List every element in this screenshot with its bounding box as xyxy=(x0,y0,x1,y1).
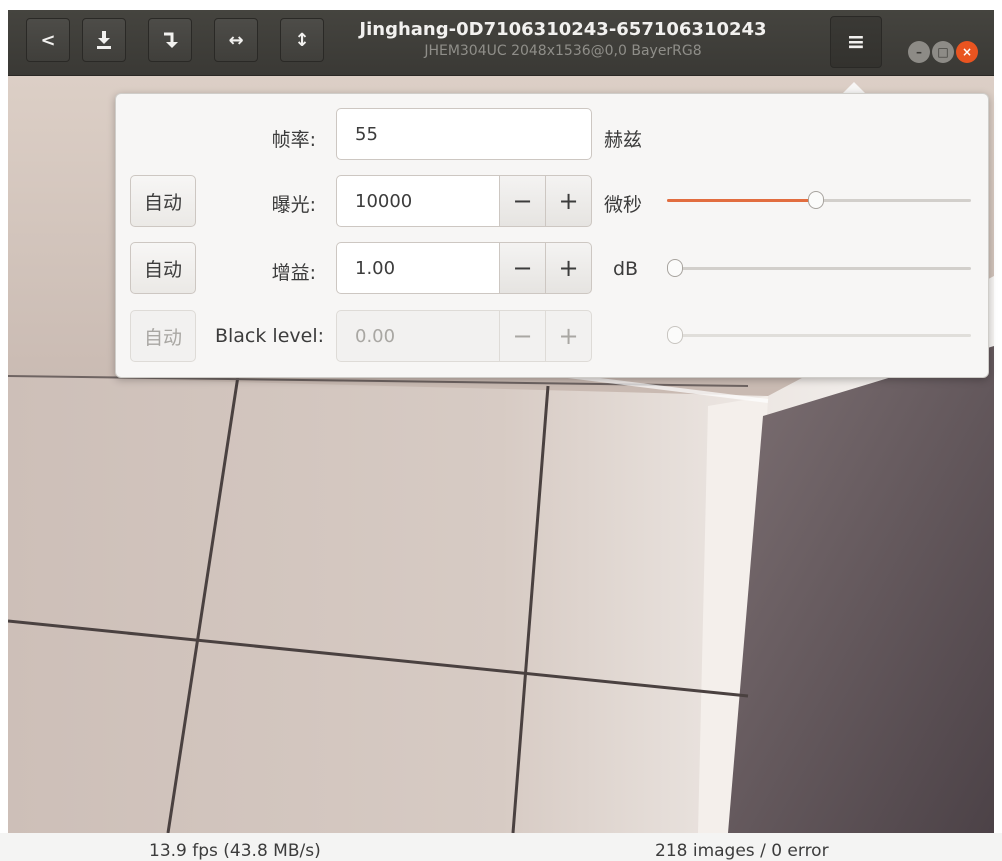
gain-decrease-button[interactable]: − xyxy=(499,242,546,294)
plus-icon: + xyxy=(558,322,579,350)
gain-slider-handle[interactable] xyxy=(667,259,683,277)
black-level-slider-handle[interactable] xyxy=(667,326,683,344)
close-icon: × xyxy=(961,45,973,59)
black-level-input[interactable]: 0.00 xyxy=(336,310,500,362)
gain-auto-button[interactable]: 自动 xyxy=(130,242,196,294)
minimize-button[interactable]: – xyxy=(908,41,930,63)
black-level-slider[interactable] xyxy=(667,326,971,344)
snapshot-button[interactable] xyxy=(82,18,126,62)
close-button[interactable]: × xyxy=(956,41,978,63)
menu-button[interactable]: ≡ xyxy=(830,16,882,68)
window-title: Jinghang-0D7106310243-657106310243 xyxy=(359,19,767,40)
rotate-arrow-icon xyxy=(164,32,178,48)
gain-label: 增益: xyxy=(271,262,316,284)
gain-unit: dB xyxy=(613,258,639,280)
exposure-increase-button[interactable]: + xyxy=(545,175,592,227)
plus-icon: + xyxy=(558,187,579,215)
framerate-label: 帧率: xyxy=(271,129,316,151)
title-area: Jinghang-0D7106310243-657106310243 JHEM3… xyxy=(298,18,828,60)
framerate-input[interactable]: 55 xyxy=(336,108,592,160)
hamburger-menu-icon: ≡ xyxy=(846,29,866,55)
horizontal-arrows-icon: ↔ xyxy=(228,29,244,51)
black-level-label: Black level: xyxy=(214,325,324,347)
exposure-auto-button[interactable]: 自动 xyxy=(130,175,196,227)
maximize-button[interactable]: □ xyxy=(932,41,954,63)
exposure-slider[interactable] xyxy=(667,191,971,209)
status-bar: 13.9 fps (43.8 MB/s) 218 images / 0 erro… xyxy=(0,833,1002,861)
minus-icon: − xyxy=(512,187,533,215)
rotate-button[interactable] xyxy=(148,18,192,62)
exposure-slider-handle[interactable] xyxy=(808,191,824,209)
black-level-decrease-button[interactable]: − xyxy=(499,310,546,362)
image-count-status: 218 images / 0 error xyxy=(655,841,829,861)
maximize-icon: □ xyxy=(937,45,949,59)
window-subtitle: JHEM304UC 2048x1536@0,0 BayerRG8 xyxy=(424,43,702,59)
exposure-label: 曝光: xyxy=(271,194,316,216)
exposure-slider-fill xyxy=(667,199,816,202)
gain-increase-button[interactable]: + xyxy=(545,242,592,294)
exposure-input[interactable]: 10000 xyxy=(336,175,500,227)
chevron-left-icon: < xyxy=(40,29,56,51)
flip-horizontal-button[interactable]: ↔ xyxy=(214,18,258,62)
exposure-decrease-button[interactable]: − xyxy=(499,175,546,227)
minus-icon: − xyxy=(512,322,533,350)
fps-status: 13.9 fps (43.8 MB/s) xyxy=(149,841,321,861)
camera-settings-popover: 帧率: 55 赫兹 自动 曝光: 10000 − + 微秒 自动 增益: 1.0… xyxy=(115,93,989,378)
header-bar: < ↔ ↕ Jinghang-0D7106310243-657106310243… xyxy=(8,10,994,76)
minus-icon: − xyxy=(512,254,533,282)
exposure-unit: 微秒 xyxy=(604,194,643,216)
plus-icon: + xyxy=(558,254,579,282)
minimize-icon: – xyxy=(916,45,922,59)
black-level-auto-button[interactable]: 自动 xyxy=(130,310,196,362)
back-button[interactable]: < xyxy=(26,18,70,62)
framerate-unit: 赫兹 xyxy=(604,129,643,151)
gain-slider[interactable] xyxy=(667,259,971,277)
black-level-increase-button[interactable]: + xyxy=(545,310,592,362)
download-icon xyxy=(97,31,111,49)
gain-input[interactable]: 1.00 xyxy=(336,242,500,294)
